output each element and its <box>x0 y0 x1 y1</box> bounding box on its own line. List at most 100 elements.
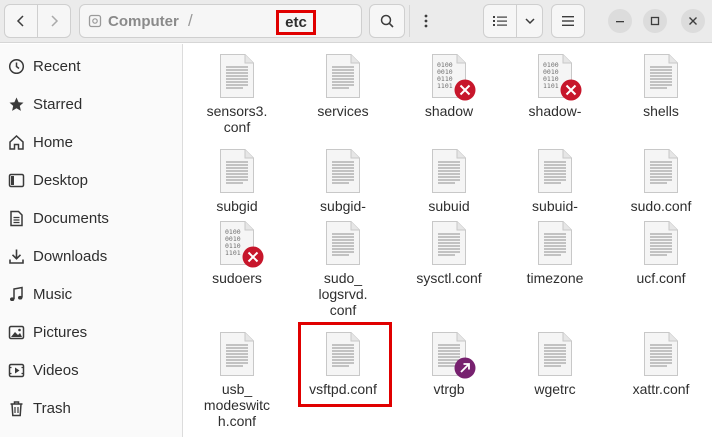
sidebar-item-pictures[interactable]: Pictures <box>0 313 183 351</box>
minimize-icon <box>616 21 624 23</box>
text-file-icon <box>643 331 679 377</box>
file-name: subuid- <box>532 198 578 214</box>
back-button[interactable] <box>4 4 38 38</box>
file-item[interactable]: timezone <box>502 220 608 300</box>
close-icon <box>689 17 697 25</box>
view-options-button[interactable] <box>516 4 543 38</box>
file-item[interactable]: subgid- <box>290 148 396 228</box>
text-file-icon <box>643 53 679 99</box>
path-menu-button[interactable] <box>409 5 441 37</box>
file-item[interactable]: 0100 0010 0110 1101 shadow <box>396 53 502 133</box>
file-item[interactable]: xattr.conf <box>608 331 712 411</box>
sidebar: Recent Starred Home Desktop Documents Do… <box>0 44 183 437</box>
svg-text:1101: 1101 <box>437 82 453 90</box>
breadcrumb-separator: / <box>188 11 193 30</box>
main-menu-button[interactable] <box>551 4 585 38</box>
file-item[interactable]: subuid- <box>502 148 608 228</box>
header-bar: Computer / etc <box>0 0 712 43</box>
text-file-icon <box>219 331 255 377</box>
trash-icon <box>10 401 23 417</box>
path-bar: Computer / etc <box>79 4 427 38</box>
file-name: shells <box>643 103 679 119</box>
sidebar-item-recent[interactable]: Recent <box>0 47 183 85</box>
breadcrumb-computer-label: Computer <box>108 12 179 30</box>
file-name: subgid- <box>320 198 366 214</box>
maximize-button[interactable] <box>643 9 667 33</box>
file-name: timezone <box>526 270 584 286</box>
close-button[interactable] <box>681 9 705 33</box>
sidebar-item-label: Downloads <box>33 247 108 265</box>
file-name: subgid <box>216 198 258 214</box>
text-file-icon <box>219 148 255 194</box>
file-item[interactable]: vsftpd.conf <box>290 331 396 411</box>
breadcrumb-computer[interactable]: Computer <box>88 5 179 37</box>
file-name: subuid <box>428 198 470 214</box>
sidebar-item-label: Videos <box>33 361 79 379</box>
sidebar-item-downloads[interactable]: Downloads <box>0 237 183 275</box>
clock-icon <box>8 58 25 75</box>
file-name: shadow- <box>528 103 582 119</box>
text-file-icon <box>431 148 467 194</box>
file-name: shadow <box>424 103 474 119</box>
file-name: sudo.conf <box>630 198 692 214</box>
forward-button[interactable] <box>37 4 71 38</box>
file-name: sudoers <box>212 270 262 286</box>
sidebar-item-label: Desktop <box>33 171 89 189</box>
file-name: ucf.conf <box>636 270 686 286</box>
sidebar-item-home[interactable]: Home <box>0 123 183 161</box>
breadcrumb-current-folder[interactable]: etc <box>276 10 316 35</box>
sidebar-item-trash[interactable]: Trash <box>0 389 183 427</box>
sidebar-item-label: Music <box>33 285 73 303</box>
sidebar-item-music[interactable]: Music <box>0 275 183 313</box>
drive-icon <box>88 14 102 28</box>
file-item[interactable]: shells <box>608 53 712 133</box>
file-item[interactable]: sensors3. conf <box>184 53 290 135</box>
chevron-down-icon <box>524 18 535 25</box>
chevron-left-icon <box>16 15 24 27</box>
sidebar-item-videos[interactable]: Videos <box>0 351 183 389</box>
file-item[interactable]: sudo.conf <box>608 148 712 228</box>
text-file-icon <box>325 53 361 99</box>
text-file-icon <box>537 220 573 266</box>
file-item[interactable]: 0100 0010 0110 1101 shadow- <box>502 53 608 133</box>
sidebar-item-label: Trash <box>33 399 71 417</box>
search-button[interactable] <box>369 4 405 38</box>
file-name: sensors3. conf <box>206 103 268 135</box>
file-item[interactable]: vtrgb <box>396 331 502 411</box>
home-icon <box>9 134 24 150</box>
download-icon <box>9 249 24 264</box>
text-file-icon <box>325 331 361 377</box>
maximize-icon <box>650 16 660 26</box>
text-file-icon <box>431 220 467 266</box>
file-item[interactable]: usb_ modeswitc h.conf <box>184 331 290 429</box>
file-item[interactable]: sysctl.conf <box>396 220 502 300</box>
file-grid: sensors3. conf services 0100 0010 0110 1… <box>184 44 712 437</box>
sidebar-item-label: Recent <box>33 57 81 75</box>
list-view-button[interactable] <box>483 4 517 38</box>
sidebar-item-label: Starred <box>33 95 83 113</box>
star-icon <box>9 97 24 111</box>
pictures-icon <box>8 325 25 340</box>
sidebar-item-desktop[interactable]: Desktop <box>0 161 183 199</box>
sidebar-item-documents[interactable]: Documents <box>0 199 183 237</box>
file-name: sysctl.conf <box>416 270 482 286</box>
file-item[interactable]: subgid <box>184 148 290 228</box>
file-item[interactable]: services <box>290 53 396 133</box>
sidebar-item-starred[interactable]: Starred <box>0 85 183 123</box>
file-item[interactable]: wgetrc <box>502 331 608 411</box>
file-item[interactable]: sudo_ logsrvd. conf <box>290 220 396 318</box>
file-item[interactable]: 0100 0010 0110 1101 sudoers <box>184 220 290 300</box>
music-icon <box>10 286 23 301</box>
file-name: usb_ modeswitc h.conf <box>203 381 271 429</box>
breadcrumb-current-label: etc <box>285 14 307 31</box>
file-item[interactable]: ucf.conf <box>608 220 712 300</box>
file-name: vtrgb <box>433 381 465 397</box>
documents-icon <box>10 210 23 227</box>
sidebar-item-label: Documents <box>33 209 109 227</box>
file-name: wgetrc <box>534 381 576 397</box>
sidebar-item-label: Home <box>33 133 74 151</box>
minimize-button[interactable] <box>608 9 632 33</box>
chevron-right-icon <box>51 15 59 27</box>
text-file-icon <box>325 148 361 194</box>
file-item[interactable]: subuid <box>396 148 502 228</box>
